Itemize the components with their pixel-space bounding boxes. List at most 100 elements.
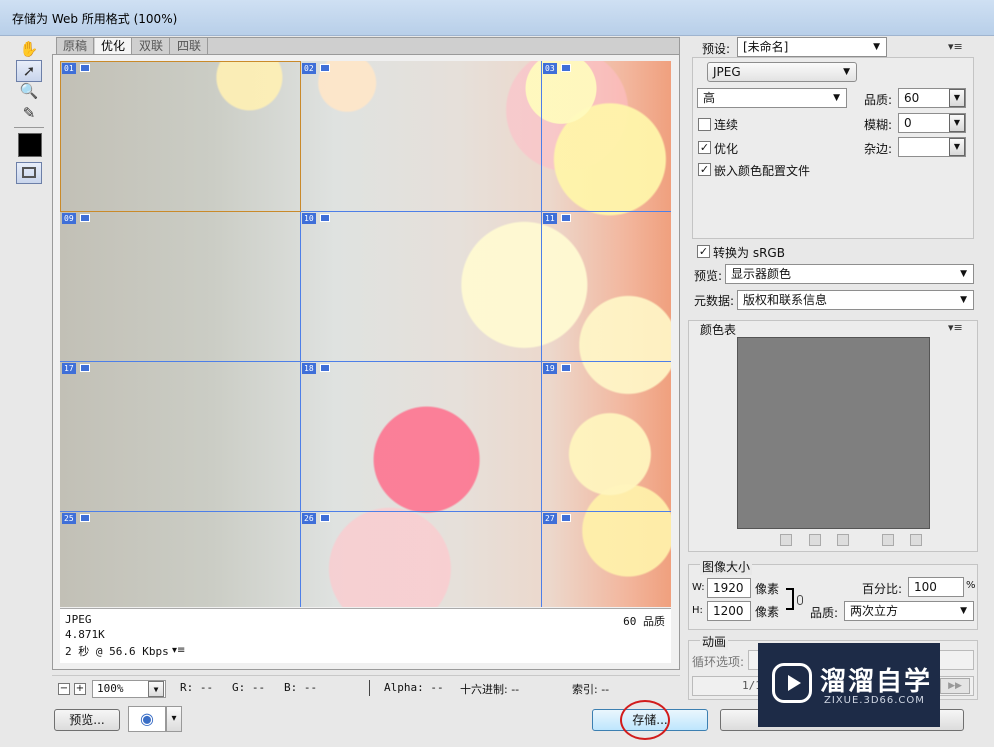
status-divider <box>369 680 370 696</box>
info-menu-icon[interactable]: ▾≡ <box>172 645 185 656</box>
width-field[interactable]: 1920 <box>707 578 751 598</box>
preview-mode-dropdown[interactable]: 显示器颜色 ▼ <box>725 264 974 284</box>
readout-alpha: Alpha: -- <box>384 681 444 694</box>
status-bar: − + 100% ▼ R: -- G: -- B: -- Alpha: -- 十… <box>52 675 680 699</box>
eyedropper-color-swatch[interactable] <box>18 133 42 157</box>
progressive-label: 连续 <box>714 118 739 132</box>
optimize-menu-icon[interactable]: ▾≡ <box>948 40 963 53</box>
info-quality: 60 品质 <box>623 615 665 628</box>
slice-image-icon <box>80 214 90 222</box>
slice-line <box>60 511 671 512</box>
color-table-swatch-area[interactable] <box>737 337 930 529</box>
slice-label: 17 <box>62 363 76 374</box>
view-tabs: 原稿 优化 双联 四联 <box>56 37 680 54</box>
slice-image-icon <box>320 364 330 372</box>
height-field[interactable]: 1200 <box>707 601 751 621</box>
embed-profile-label: 嵌入颜色配置文件 <box>714 164 811 178</box>
slice-line <box>541 61 542 607</box>
preview-mode-label: 预览: <box>694 269 723 283</box>
tab-optimized[interactable]: 优化 <box>95 38 133 54</box>
zoom-out-button[interactable]: − <box>58 683 70 695</box>
image-size-title: 图像大小 <box>700 558 753 575</box>
metadata-dropdown[interactable]: 版权和联系信息 ▼ <box>737 290 974 310</box>
embed-profile-checkbox[interactable]: ✓ <box>698 163 711 176</box>
quality-preset-dropdown[interactable]: 高 ▼ <box>697 88 847 108</box>
toggle-slice-visibility-button[interactable] <box>16 162 42 184</box>
tab-4up[interactable]: 四联 <box>171 38 209 54</box>
new-color-icon[interactable] <box>882 534 894 546</box>
width-label: W: <box>692 582 705 593</box>
percent-field[interactable]: 100 <box>908 577 964 597</box>
slice-image-icon <box>80 64 90 72</box>
chevron-down-icon: ▼ <box>960 269 967 279</box>
height-value: 1200 <box>713 604 744 618</box>
quality-preset-value: 高 <box>703 91 716 105</box>
preview-mode-value: 显示器颜色 <box>731 267 792 281</box>
slice-label: 01 <box>62 63 76 74</box>
slice-image-icon <box>561 64 571 72</box>
chevron-down-icon: ▼ <box>843 67 850 77</box>
lock-color-icon[interactable] <box>837 534 849 546</box>
resample-quality-label: 品质: <box>810 606 839 620</box>
readout-g: G: -- <box>232 681 266 694</box>
last-frame-icon[interactable]: ▶▶ <box>940 678 970 694</box>
map-to-transparent-icon[interactable] <box>780 534 792 546</box>
convert-srgb-checkbox[interactable]: ✓ <box>697 245 710 258</box>
zoom-tool-icon[interactable]: 🔍 <box>16 80 42 102</box>
watermark-url: ZIXUE.3D66.COM <box>824 695 925 706</box>
percent-unit: % <box>966 580 976 591</box>
optimization-info-panel: JPEG 4.871K 2 秒 @ 56.6 Kbps ▾≡ 60 品质 <box>60 608 671 663</box>
blur-value: 0 <box>904 116 912 130</box>
info-file-size: 4.871K <box>65 628 105 641</box>
resample-quality-dropdown[interactable]: 两次立方 ▼ <box>844 601 974 621</box>
quality-slider-arrow-icon[interactable]: ▼ <box>949 89 965 107</box>
eyedropper-tool-icon[interactable]: ✎ <box>16 102 42 124</box>
window-titlebar: 存储为 Web 所用格式 (100%) <box>0 0 994 36</box>
preset-dropdown[interactable]: [未命名] ▼ <box>737 37 887 57</box>
tab-2up[interactable]: 双联 <box>133 38 171 54</box>
width-value: 1920 <box>713 581 744 595</box>
matte-arrow-icon[interactable]: ▼ <box>949 138 965 156</box>
info-download-time: 2 秒 @ 56.6 Kbps <box>65 645 169 658</box>
convert-srgb-label: 转换为 sRGB <box>713 246 785 260</box>
hand-tool-icon[interactable]: ✋ <box>16 38 42 60</box>
slice-label: 11 <box>543 213 557 224</box>
progressive-checkbox[interactable] <box>698 118 711 131</box>
format-dropdown[interactable]: JPEG ▼ <box>707 62 857 82</box>
browser-dropdown-arrow-icon[interactable]: ▾ <box>166 706 182 732</box>
preview-button[interactable]: 预览... <box>54 709 120 731</box>
color-table-title: 颜色表 <box>700 323 737 337</box>
browser-preview-icon[interactable]: ◉ <box>128 706 166 732</box>
slice-label: 09 <box>62 213 76 224</box>
image-preview[interactable]: 01 02 03 09 10 11 17 18 19 25 26 27 <box>60 61 671 607</box>
zoom-dropdown-arrow-icon[interactable]: ▼ <box>148 681 164 697</box>
percent-label: 百分比: <box>862 582 903 596</box>
height-label: H: <box>692 605 703 616</box>
slice-image-icon <box>320 514 330 522</box>
width-unit: 像素 <box>755 582 780 596</box>
trash-icon[interactable] <box>910 534 922 546</box>
preset-label: 预设: <box>702 42 731 56</box>
metadata-value: 版权和联系信息 <box>743 293 828 307</box>
chevron-down-icon: ▼ <box>960 295 967 305</box>
play-icon <box>772 663 812 703</box>
constrain-link-icon[interactable] <box>797 595 803 605</box>
annotation-highlight-circle <box>620 700 670 740</box>
blur-slider-arrow-icon[interactable]: ▼ <box>949 114 965 132</box>
selected-slice-outline <box>60 61 301 212</box>
readout-hex: 十六进制: -- <box>460 683 520 696</box>
color-table-menu-icon[interactable]: ▾≡ <box>948 321 963 334</box>
slice-visibility-icon <box>22 167 36 178</box>
chevron-down-icon: ▼ <box>960 606 967 616</box>
slice-select-tool-icon[interactable]: ➚ <box>16 60 42 82</box>
slice-label: 03 <box>543 63 557 74</box>
blur-label: 模糊: <box>864 118 893 132</box>
optimized-label: 优化 <box>714 142 739 156</box>
matte-label: 杂边: <box>864 142 893 156</box>
optimized-checkbox[interactable]: ✓ <box>698 141 711 154</box>
height-unit: 像素 <box>755 605 780 619</box>
slice-label: 02 <box>302 63 316 74</box>
zoom-in-button[interactable]: + <box>74 683 86 695</box>
web-shift-cube-icon[interactable] <box>809 534 821 546</box>
tab-original[interactable]: 原稿 <box>57 38 95 54</box>
